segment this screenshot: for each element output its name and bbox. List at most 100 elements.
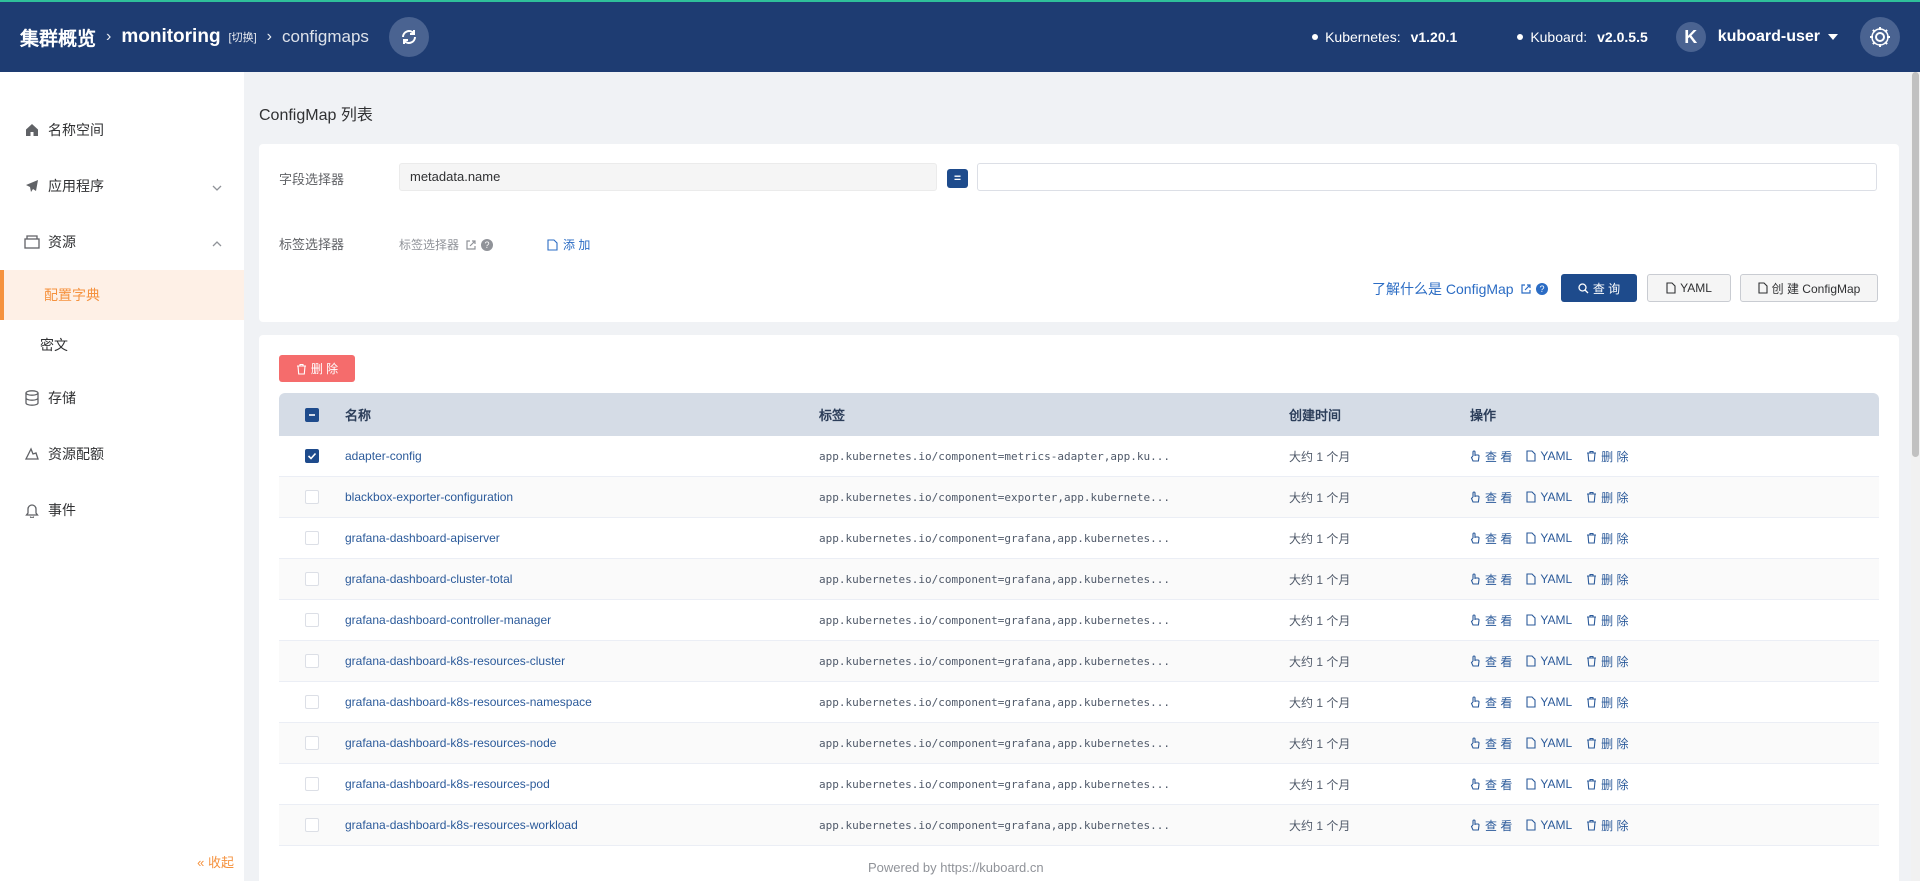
delete-button[interactable]: 删 除 [1586, 530, 1628, 547]
delete-button-label: 删 除 [1601, 736, 1629, 751]
field-selector-select[interactable]: metadata.name [399, 163, 937, 191]
configmap-name-link[interactable]: grafana-dashboard-apiserver [345, 531, 500, 545]
scrollbar-thumb[interactable] [1912, 72, 1919, 457]
breadcrumb-cluster-overview[interactable]: 集群概览 [20, 24, 96, 51]
avatar[interactable]: K [1675, 22, 1706, 52]
yaml-view-button-label: YAML [1540, 572, 1573, 586]
query-button[interactable]: 查 询 [1561, 274, 1637, 302]
column-header-created[interactable]: 创建时间 [1289, 405, 1470, 424]
view-button-label: 查 看 [1485, 654, 1513, 669]
configmap-name-link[interactable]: grafana-dashboard-k8s-resources-namespac… [345, 695, 592, 709]
configmap-name-link[interactable]: grafana-dashboard-k8s-resources-node [345, 736, 556, 750]
column-header-name[interactable]: 名称 [345, 405, 819, 424]
settings-button[interactable] [1860, 17, 1900, 57]
switch-namespace-link[interactable]: [切换] [229, 29, 257, 45]
yaml-view-button[interactable]: YAML [1526, 695, 1572, 709]
yaml-view-button[interactable]: YAML [1526, 777, 1572, 791]
row-checkbox[interactable] [305, 777, 319, 791]
yaml-view-button[interactable]: YAML [1526, 531, 1572, 545]
kuboard-version-label: Kuboard: [1530, 29, 1588, 45]
configmap-labels: app.kubernetes.io/component=grafana,app.… [819, 572, 1170, 586]
field-selector-value-input[interactable] [977, 163, 1877, 191]
breadcrumb-namespace[interactable]: monitoring [121, 26, 220, 48]
caret-down-icon[interactable] [1828, 34, 1838, 40]
view-button-label: 查 看 [1485, 490, 1513, 505]
configmap-name-link[interactable]: grafana-dashboard-k8s-resources-cluster [345, 654, 565, 668]
view-button[interactable]: 查 看 [1470, 448, 1512, 465]
view-button[interactable]: 查 看 [1470, 694, 1512, 711]
help-circle-icon[interactable]: ? [481, 238, 494, 251]
configmap-name-link[interactable]: grafana-dashboard-k8s-resources-workload [345, 818, 578, 832]
yaml-view-button[interactable]: YAML [1526, 654, 1572, 668]
view-button[interactable]: 查 看 [1470, 735, 1512, 752]
yaml-view-button[interactable]: YAML [1526, 613, 1572, 627]
row-checkbox[interactable] [305, 531, 319, 545]
yaml-view-button[interactable]: YAML [1526, 818, 1572, 832]
view-button[interactable]: 查 看 [1470, 776, 1512, 793]
label-selector-link[interactable]: 标签选择器 ? [399, 236, 494, 253]
table-row: blackbox-exporter-configuration app.kuber… [279, 477, 1879, 518]
delete-button[interactable]: 删 除 [1586, 735, 1628, 752]
what-is-configmap-link[interactable]: 了解什么是 ConfigMap ? [1372, 279, 1548, 299]
row-checkbox[interactable] [305, 572, 319, 586]
view-button[interactable]: 查 看 [1470, 530, 1512, 547]
created-time: 大约 1 个月 [1289, 777, 1351, 792]
view-button[interactable]: 查 看 [1470, 653, 1512, 670]
yaml-view-button[interactable]: YAML [1526, 736, 1572, 750]
add-label-button[interactable]: 添 加 [547, 236, 590, 253]
row-checkbox[interactable] [305, 613, 319, 627]
row-checkbox[interactable] [305, 818, 319, 832]
configmap-labels: app.kubernetes.io/component=grafana,app.… [819, 654, 1170, 668]
view-button[interactable]: 查 看 [1470, 612, 1512, 629]
sidebar-item-resources[interactable]: 资源 [0, 214, 244, 270]
sidebar-item-applications[interactable]: 应用程序 [0, 158, 244, 214]
sidebar-item-storage[interactable]: 存储 [0, 370, 244, 426]
sidebar-subitem-secret[interactable]: 密文 [0, 320, 244, 370]
sidebar-item-quota[interactable]: 资源配额 [0, 426, 244, 482]
scrollbar[interactable] [1911, 72, 1920, 881]
delete-button[interactable]: 删 除 [1586, 817, 1628, 834]
collapse-sidebar-button[interactable]: « 收起 [197, 852, 234, 871]
row-checkbox[interactable] [305, 654, 319, 668]
configmap-name-link[interactable]: grafana-dashboard-cluster-total [345, 572, 512, 586]
create-configmap-button[interactable]: 创 建 ConfigMap [1740, 274, 1878, 302]
yaml-button[interactable]: YAML [1647, 274, 1731, 302]
configmap-name-link[interactable]: grafana-dashboard-k8s-resources-pod [345, 777, 550, 791]
gear-icon [1870, 27, 1890, 47]
refresh-button[interactable] [388, 17, 429, 57]
delete-button[interactable]: 删 除 [1586, 653, 1628, 670]
delete-button[interactable]: 删 除 [1586, 448, 1628, 465]
k8s-version: Kubernetes: v1.20.1 [1312, 29, 1457, 45]
yaml-view-button[interactable]: YAML [1526, 449, 1572, 463]
row-checkbox[interactable] [305, 695, 319, 709]
batch-delete-button[interactable]: 删 除 [279, 355, 355, 382]
view-button[interactable]: 查 看 [1470, 571, 1512, 588]
yaml-view-button[interactable]: YAML [1526, 572, 1572, 586]
trash-icon [1587, 737, 1597, 749]
sidebar: 名称空间 应用程序 资源 配置字典 密文 存储 资源配额 事件 « 收起 [0, 72, 244, 881]
sidebar-item-namespace[interactable]: 名称空间 [0, 102, 244, 158]
view-button[interactable]: 查 看 [1470, 489, 1512, 506]
configmap-name-link[interactable]: blackbox-exporter-configuration [345, 490, 513, 504]
kuboard-link[interactable]: https://kuboard.cn [940, 860, 1043, 875]
delete-button[interactable]: 删 除 [1586, 694, 1628, 711]
yaml-button-label: YAML [1680, 281, 1712, 295]
yaml-view-button[interactable]: YAML [1526, 490, 1572, 504]
configmap-name-link[interactable]: grafana-dashboard-controller-manager [345, 613, 551, 627]
delete-button[interactable]: 删 除 [1586, 571, 1628, 588]
delete-button-label: 删 除 [1601, 654, 1629, 669]
row-checkbox[interactable] [305, 490, 319, 504]
k8s-version-label: Kubernetes: [1325, 29, 1401, 45]
delete-button[interactable]: 删 除 [1586, 776, 1628, 793]
sidebar-item-events[interactable]: 事件 [0, 482, 244, 538]
delete-button[interactable]: 删 除 [1586, 489, 1628, 506]
sidebar-subitem-configmap[interactable]: 配置字典 [0, 270, 244, 320]
view-button[interactable]: 查 看 [1470, 817, 1512, 834]
delete-button[interactable]: 删 除 [1586, 612, 1628, 629]
row-checkbox[interactable] [305, 449, 319, 463]
row-actions: 查 看 YAML 删 除 [1470, 612, 1879, 629]
username[interactable]: kuboard-user [1718, 28, 1820, 46]
configmap-name-link[interactable]: adapter-config [345, 449, 422, 463]
select-all-checkbox[interactable] [305, 407, 319, 422]
row-checkbox[interactable] [305, 736, 319, 750]
